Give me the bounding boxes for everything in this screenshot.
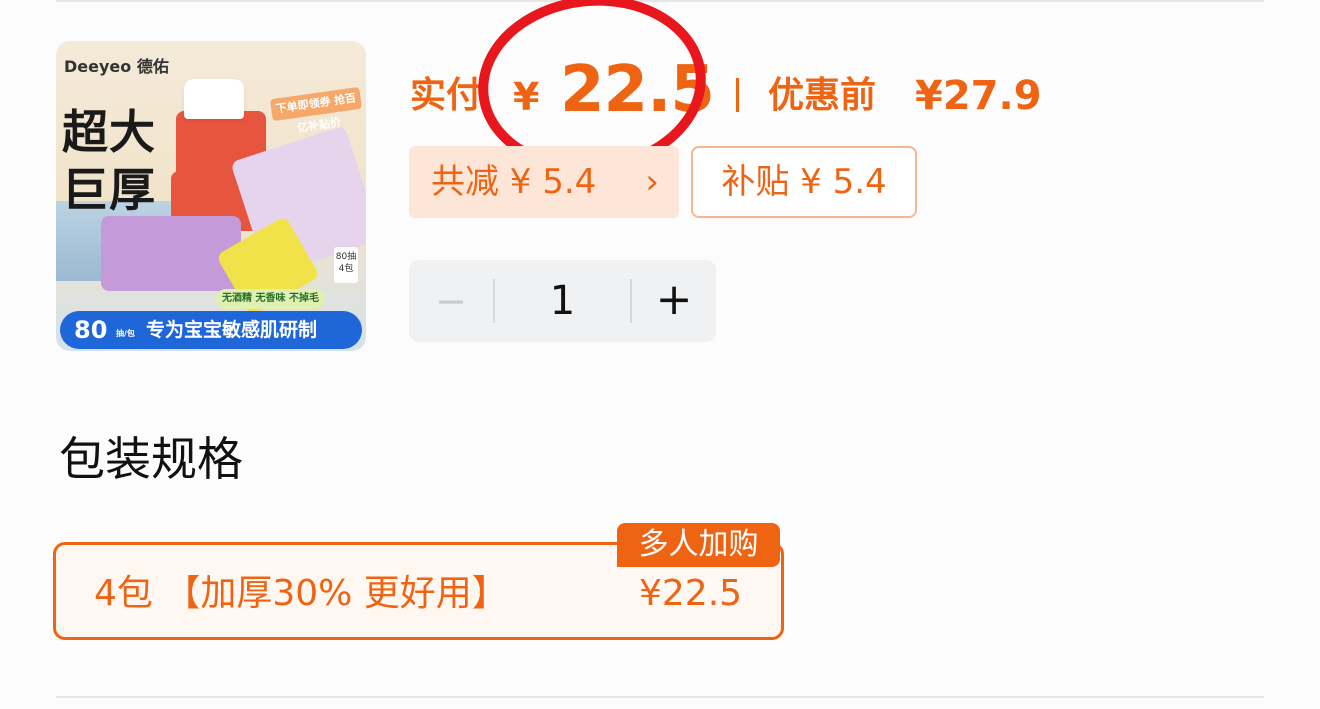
image-bottom-text: 专为宝宝敏感肌研制 bbox=[146, 319, 318, 341]
image-brand: Deeyeo 德佑 bbox=[64, 57, 169, 76]
image-count-badge: 80抽 4包 bbox=[334, 247, 358, 283]
chevron-right-icon: › bbox=[645, 162, 659, 202]
quantity-value[interactable]: 1 bbox=[495, 260, 630, 342]
product-image[interactable]: Deeyeo 德佑 超大 巨厚 下单即领券 抢百亿补贴价 80抽 4包 无酒精 … bbox=[56, 41, 366, 351]
price-before-value: ¥27.9 bbox=[915, 73, 1042, 119]
price-value: 22.5 bbox=[560, 53, 715, 127]
image-banner: 下单即领券 抢百亿补贴价 bbox=[269, 86, 363, 135]
bottom-divider bbox=[56, 696, 1264, 698]
spec-title: 包装规格 bbox=[59, 432, 243, 486]
image-count-top: 80抽 bbox=[335, 252, 357, 262]
spec-option-badge: 多人加购 bbox=[617, 523, 780, 567]
image-count-bottom: 4包 bbox=[338, 264, 354, 274]
price-before-label: 优惠前 bbox=[768, 75, 877, 116]
price-label: 实付 bbox=[410, 75, 483, 116]
image-features: 无酒精 无香味 不掉毛 bbox=[216, 289, 325, 309]
image-headline-line1: 超大 bbox=[62, 105, 156, 159]
decrease-quantity-button[interactable]: − bbox=[409, 260, 493, 342]
image-tissue bbox=[184, 79, 244, 119]
increase-quantity-button[interactable]: + bbox=[632, 260, 716, 342]
quantity-stepper[interactable]: − 1 + bbox=[409, 260, 716, 342]
image-headline-line2: 巨厚 bbox=[62, 163, 156, 217]
total-discount-text: 共减 ¥ 5.4 bbox=[431, 162, 597, 202]
image-bottom-number: 80 bbox=[74, 316, 108, 344]
top-divider bbox=[56, 0, 1264, 2]
image-bottom-unit: 抽/包 bbox=[116, 329, 135, 338]
spec-option-name: 4包 【加厚30% 更好用】 bbox=[94, 573, 508, 614]
subsidy-chip: 补贴 ¥ 5.4 bbox=[691, 146, 917, 218]
image-bottom-bar: 80 抽/包 专为宝宝敏感肌研制 bbox=[60, 311, 362, 349]
total-discount-chip[interactable]: 共减 ¥ 5.4 › bbox=[409, 146, 679, 218]
image-headline: 超大 巨厚 bbox=[62, 103, 156, 219]
price-currency: ¥ bbox=[513, 75, 540, 119]
price-separator bbox=[736, 78, 739, 112]
